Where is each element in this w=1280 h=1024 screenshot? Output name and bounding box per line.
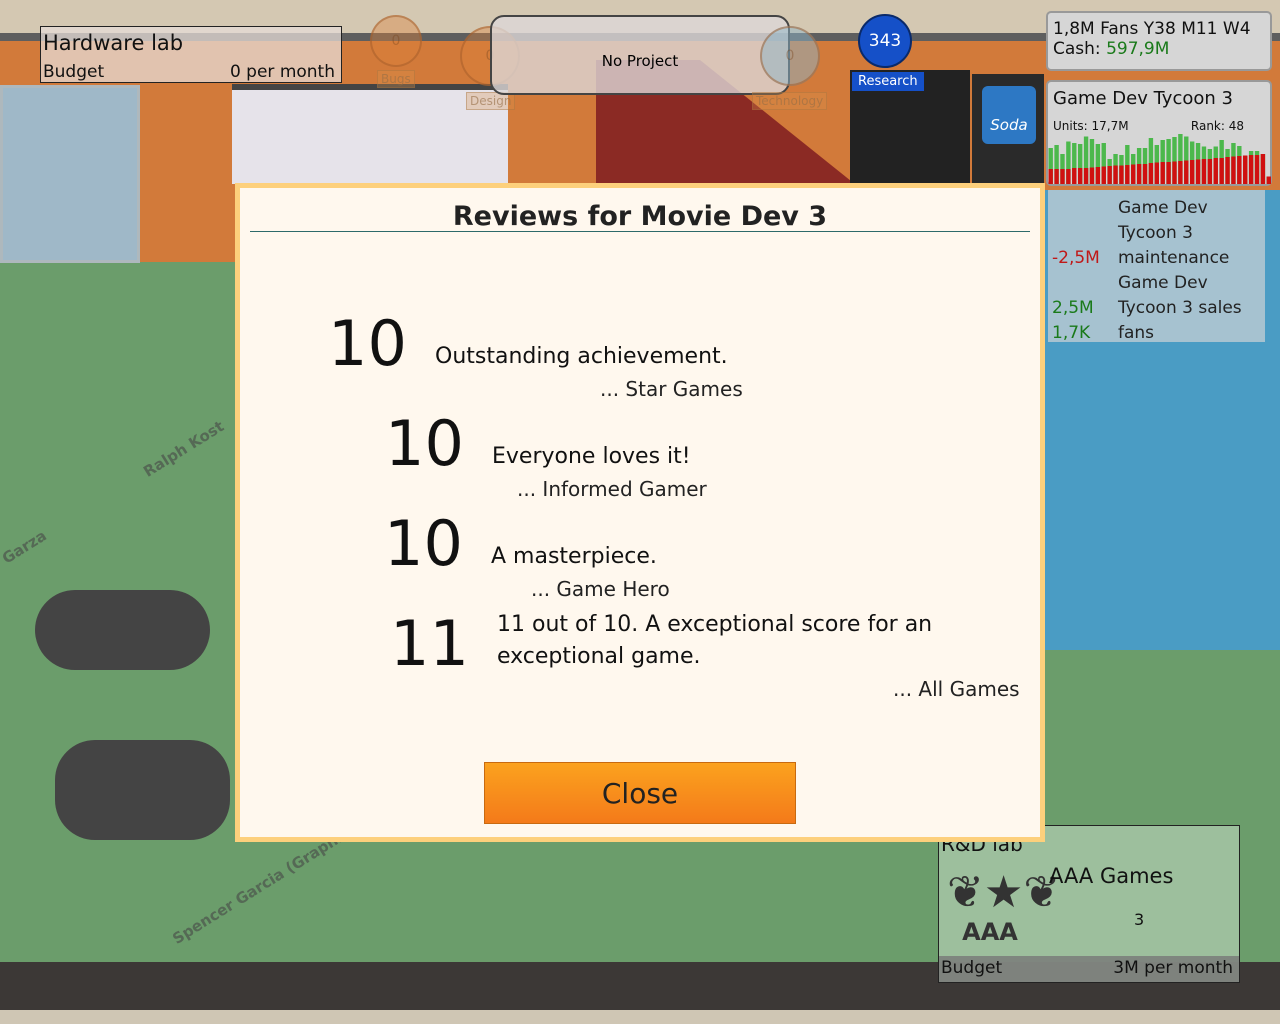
budget-label: Budget xyxy=(43,62,105,82)
sales-bar-revenue xyxy=(1142,164,1148,184)
finance-label: Tycoon 3 xyxy=(1118,223,1193,243)
sales-bar-revenue xyxy=(1160,162,1165,184)
project-panel[interactable]: No Project xyxy=(490,15,790,95)
budget-value: 3M per month xyxy=(1113,958,1233,978)
budget-value: 0 per month xyxy=(229,62,335,82)
finance-log: Game Dev Tycoon 3 -2,5M maintenance Game Dev… xyxy=(1048,190,1265,343)
sales-bar-revenue xyxy=(1178,161,1183,184)
sales-bar-revenue xyxy=(1119,165,1124,184)
rd-count: 3 xyxy=(1134,910,1145,929)
sales-bar-revenue xyxy=(1207,159,1213,184)
cash-value: 597,9M xyxy=(1106,39,1170,59)
sales-bar-revenue xyxy=(1060,169,1065,184)
sales-bar-revenue xyxy=(1089,167,1095,184)
sales-bar-revenue xyxy=(1213,158,1218,184)
technology-label: Technology xyxy=(752,92,828,110)
review-author: ... Game Hero xyxy=(531,577,670,601)
soda-logo: Soda xyxy=(982,86,1036,144)
reviews-dialog: Reviews for Movie Dev 3 10 Outstanding a… xyxy=(235,183,1045,842)
review-text: Everyone loves it! xyxy=(492,444,691,469)
sales-bar-revenue xyxy=(1101,166,1106,184)
game-rank: Rank: 48 xyxy=(1190,119,1244,133)
sales-bar-revenue xyxy=(1107,166,1112,184)
sales-bar-revenue xyxy=(1231,156,1236,184)
aaa-logo-icon: ❦★❦ AAA xyxy=(947,867,1061,947)
sales-bar-revenue xyxy=(1201,159,1207,184)
finance-amount: -2,5M xyxy=(1052,248,1100,268)
glass-door xyxy=(0,85,140,263)
title-divider xyxy=(250,231,1030,232)
sales-bar-revenue xyxy=(1125,165,1130,184)
review-text: 11 out of 10. A exceptional score for an… xyxy=(497,612,933,669)
fans-count: 1,8M Fans xyxy=(1053,19,1139,39)
technology-indicator: 0 xyxy=(760,26,820,86)
sales-bar-chart xyxy=(1048,134,1271,184)
rd-project: AAA Games xyxy=(1049,864,1174,888)
review-score: 10 xyxy=(384,507,463,580)
cash-label: Cash: xyxy=(1053,39,1101,59)
sales-bar-revenue xyxy=(1166,162,1171,184)
research-points[interactable]: 343 xyxy=(858,14,912,68)
finance-label: Tycoon 3 sales xyxy=(1118,298,1242,318)
finance-amount: 1,7K xyxy=(1052,323,1091,343)
finance-label: Game Dev xyxy=(1118,273,1208,293)
rd-lab-panel[interactable]: R&D lab ❦★❦ AAA AAA Games 3 Budget 3M pe… xyxy=(938,825,1240,983)
sales-bar-revenue xyxy=(1248,155,1254,184)
sales-bar-revenue xyxy=(1095,167,1101,184)
sales-bar-revenue xyxy=(1266,176,1271,184)
review-text: Outstanding achievement. xyxy=(435,344,728,369)
sales-bar-revenue xyxy=(1254,155,1260,184)
sales-bar-revenue xyxy=(1072,168,1077,184)
sales-bar-revenue xyxy=(1066,169,1071,184)
sales-bar-revenue xyxy=(1077,168,1083,184)
research-label[interactable]: Research xyxy=(852,72,924,91)
sales-bar-revenue xyxy=(1195,159,1201,184)
review-author: ... Informed Gamer xyxy=(517,477,707,501)
finance-label: fans xyxy=(1118,323,1155,343)
sales-bar-revenue xyxy=(1243,155,1248,184)
bottom-strip xyxy=(0,1010,1280,1024)
review-author: ... All Games xyxy=(893,677,1020,701)
review-score: 10 xyxy=(328,307,407,380)
bugs-label: Bugs xyxy=(377,70,415,88)
desk xyxy=(35,590,210,670)
desk xyxy=(55,740,230,840)
review-score: 10 xyxy=(385,407,464,480)
rd-budget-bar[interactable]: Budget 3M per month xyxy=(939,956,1239,982)
dialog-title: Reviews for Movie Dev 3 xyxy=(452,201,828,232)
sales-bar-revenue xyxy=(1184,160,1189,184)
close-button[interactable]: Close xyxy=(484,762,796,824)
sales-bar-revenue xyxy=(1260,154,1266,184)
finance-amount: 2,5M xyxy=(1052,298,1094,318)
review-text: A masterpiece. xyxy=(491,544,657,569)
hardware-lab-panel[interactable]: Hardware lab Budget 0 per month xyxy=(40,26,342,83)
sales-bar-revenue xyxy=(1148,163,1154,184)
sales-bar-revenue xyxy=(1048,169,1053,184)
hardware-lab-title: Hardware lab xyxy=(43,31,184,55)
finance-label: maintenance xyxy=(1118,248,1230,268)
game-sales-panel[interactable]: Game Dev Tycoon 3 Units: 17,7M Rank: 48 xyxy=(1046,80,1272,186)
sales-bar-revenue xyxy=(1136,164,1142,184)
review-score: 11 xyxy=(390,607,469,680)
sales-bar-revenue xyxy=(1154,162,1159,184)
sales-bar-revenue xyxy=(1113,165,1118,184)
finance-label: Game Dev xyxy=(1118,198,1208,218)
review-author: ... Star Games xyxy=(600,377,743,401)
sales-bar-revenue xyxy=(1237,156,1242,184)
sales-bar-revenue xyxy=(1054,169,1059,184)
sales-bar-revenue xyxy=(1225,157,1230,184)
aaa-logo-text: AAA xyxy=(962,918,1018,946)
budget-label: Budget xyxy=(941,958,1003,978)
game-date: Y38 M11 W4 xyxy=(1143,19,1251,39)
sales-bar-revenue xyxy=(1083,168,1089,184)
units-sold: Units: 17,7M xyxy=(1053,119,1129,133)
status-panel[interactable]: 1,8M Fans Y38 M11 W4 Cash: 597,9M xyxy=(1046,11,1272,71)
sales-bar-revenue xyxy=(1219,158,1224,184)
sales-bar-revenue xyxy=(1189,160,1195,184)
game-name: Game Dev Tycoon 3 xyxy=(1053,88,1233,109)
sales-bar-revenue xyxy=(1131,164,1136,184)
bugs-indicator: 0 xyxy=(370,15,422,67)
sales-bar-revenue xyxy=(1172,161,1177,184)
